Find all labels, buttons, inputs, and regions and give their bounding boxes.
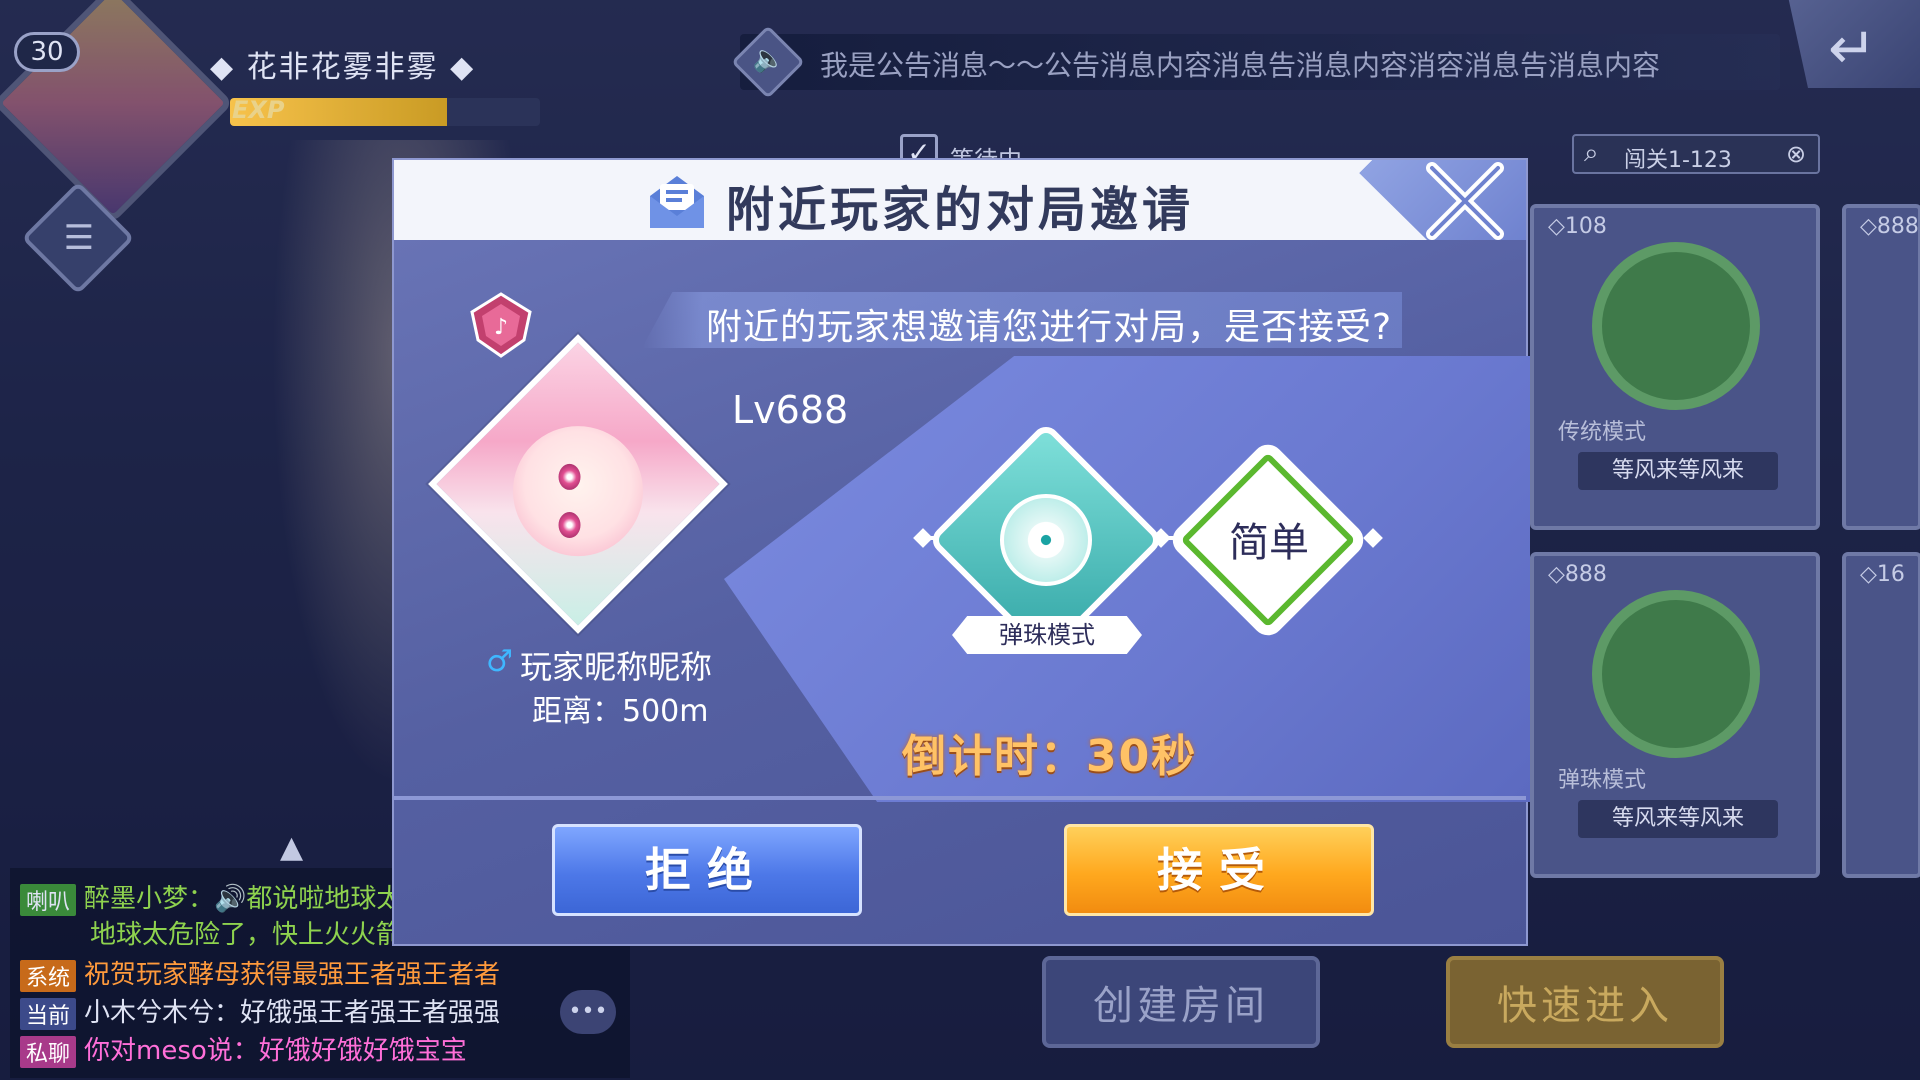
room-mode: 弹珠模式 — [1558, 768, 1647, 793]
return-icon: ↵ — [1828, 14, 1877, 82]
inviter-eye — [558, 512, 581, 539]
chat-text: 祝贺玩家酵母获得最强王者强王者者 — [84, 960, 501, 990]
difficulty-label: 简单 — [1229, 520, 1309, 566]
chat-line: 私聊 你对meso说：好饿好饿好饿宝宝 — [20, 1030, 467, 1068]
chat-channel-tag: 当前 — [20, 997, 77, 1030]
accept-button[interactable]: 接受 — [1064, 824, 1374, 916]
room-card[interactable]: ◇108 传统模式 等风来等风来 — [1530, 204, 1820, 530]
game-mode-label: 弹珠模式 — [952, 616, 1142, 654]
chat-text: 你对meso说：好饿好饿好饿宝宝 — [84, 1036, 467, 1066]
speaker-icon: 🔈 — [752, 44, 786, 74]
chat-bubble-icon[interactable]: ••• — [560, 990, 616, 1034]
dialog-title: 附近玩家的对局邀请 — [726, 182, 1195, 238]
chat-line: 系统 祝贺玩家酵母获得最强王者强王者者 — [20, 954, 500, 992]
dialog-header: 附近玩家的对局邀请 — [394, 160, 1526, 240]
invitation-prompt: 附近的玩家想邀请您进行对局，是否接受? — [706, 307, 1393, 348]
mail-icon — [650, 176, 704, 228]
room-id: ◇16 — [1860, 562, 1905, 587]
search-icon: ⌕ — [1584, 138, 1599, 168]
inviter-distance: 距离：500m — [532, 694, 709, 729]
create-room-button[interactable]: 创建房间 — [1042, 956, 1320, 1048]
invitation-dialog: 附近玩家的对局邀请 附近的玩家想邀请您进行对局，是否接受? ♪ Lv688 ♂ … — [392, 158, 1530, 946]
announcement-text: 我是公告消息～～公告消息内容消息告消息内容消容消息告消息内容 — [820, 49, 1661, 82]
chat-channel-tag: 系统 — [20, 959, 77, 992]
room-card[interactable]: ◇16 — [1842, 552, 1920, 878]
countdown-timer: 倒计时：30秒 — [902, 731, 1198, 782]
chat-channel-tag: 私聊 — [20, 1035, 77, 1068]
room-id: ◇888 — [1860, 214, 1919, 239]
clear-icon[interactable]: ⊗ — [1786, 140, 1806, 168]
close-button[interactable] — [1410, 146, 1520, 256]
inviter-nickname: 玩家昵称昵称 — [520, 648, 713, 686]
reject-button[interactable]: 拒绝 — [552, 824, 862, 916]
chat-channel-tag: 喇叭 — [20, 883, 77, 916]
male-icon: ♂ — [486, 644, 513, 679]
inviter-eye — [558, 463, 581, 490]
room-id: ◇888 — [1548, 562, 1607, 587]
chat-text: 地球太危险了，快上火火箭… — [90, 920, 429, 950]
inviter-level: Lv688 — [732, 388, 849, 432]
inviter-face — [513, 426, 643, 557]
exp-label: EXP — [232, 96, 285, 124]
room-mode-icon — [1592, 590, 1760, 758]
inviter-portrait[interactable] — [428, 334, 728, 634]
room-mode: 传统模式 — [1558, 420, 1647, 445]
chat-text: 小木兮木兮：好饿强王者强王者强强 — [84, 998, 501, 1028]
chevron-up-icon[interactable]: ▲ — [280, 830, 320, 865]
room-id: ◇108 — [1548, 214, 1607, 239]
room-mode-icon — [1592, 242, 1760, 410]
svg-text:♪: ♪ — [494, 315, 508, 340]
room-card[interactable]: ◇888 — [1842, 204, 1920, 530]
menu-icon: ☰ — [63, 218, 95, 258]
room-card[interactable]: ◇888 弹珠模式 等风来等风来 — [1530, 552, 1820, 878]
room-name: 等风来等风来 — [1578, 800, 1778, 838]
chat-line: 地球太危险了，快上火火箭… — [90, 914, 428, 951]
player-name: ◆ 花非花雾非雾 ◆ — [210, 50, 476, 85]
search-value: 闯关1-123 — [1624, 148, 1732, 173]
quick-join-button[interactable]: 快速进入 — [1446, 956, 1724, 1048]
pinball-disc-icon — [1000, 494, 1092, 586]
player-level-badge: 30 — [14, 32, 80, 72]
footer-divider — [394, 796, 1526, 800]
room-name: 等风来等风来 — [1578, 452, 1778, 490]
rank-badge-icon: ♪ — [470, 292, 532, 358]
close-icon — [1426, 162, 1504, 240]
chat-line: 当前 小木兮木兮：好饿强王者强王者强强 — [20, 992, 500, 1030]
